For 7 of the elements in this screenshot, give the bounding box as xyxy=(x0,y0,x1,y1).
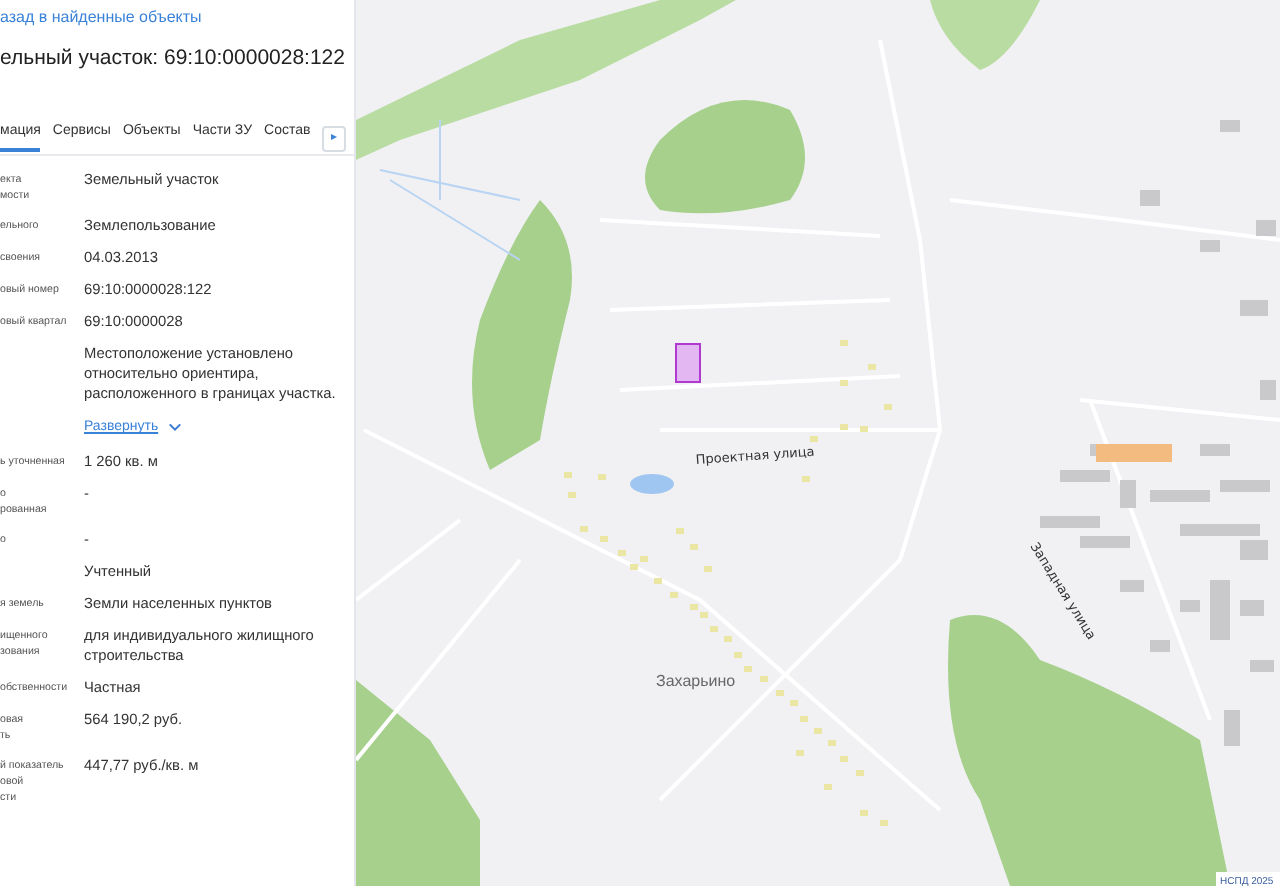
pond xyxy=(630,474,674,494)
parcel-title: ельный участок: 69:10:0000028:122 xyxy=(0,46,347,70)
map-label: Захарьино xyxy=(656,672,736,690)
creek-lines xyxy=(379,119,521,261)
back-link[interactable]: азад в найденные объекты xyxy=(0,8,354,26)
chevron-down-icon xyxy=(168,422,183,432)
selected-parcel[interactable] xyxy=(675,343,701,383)
